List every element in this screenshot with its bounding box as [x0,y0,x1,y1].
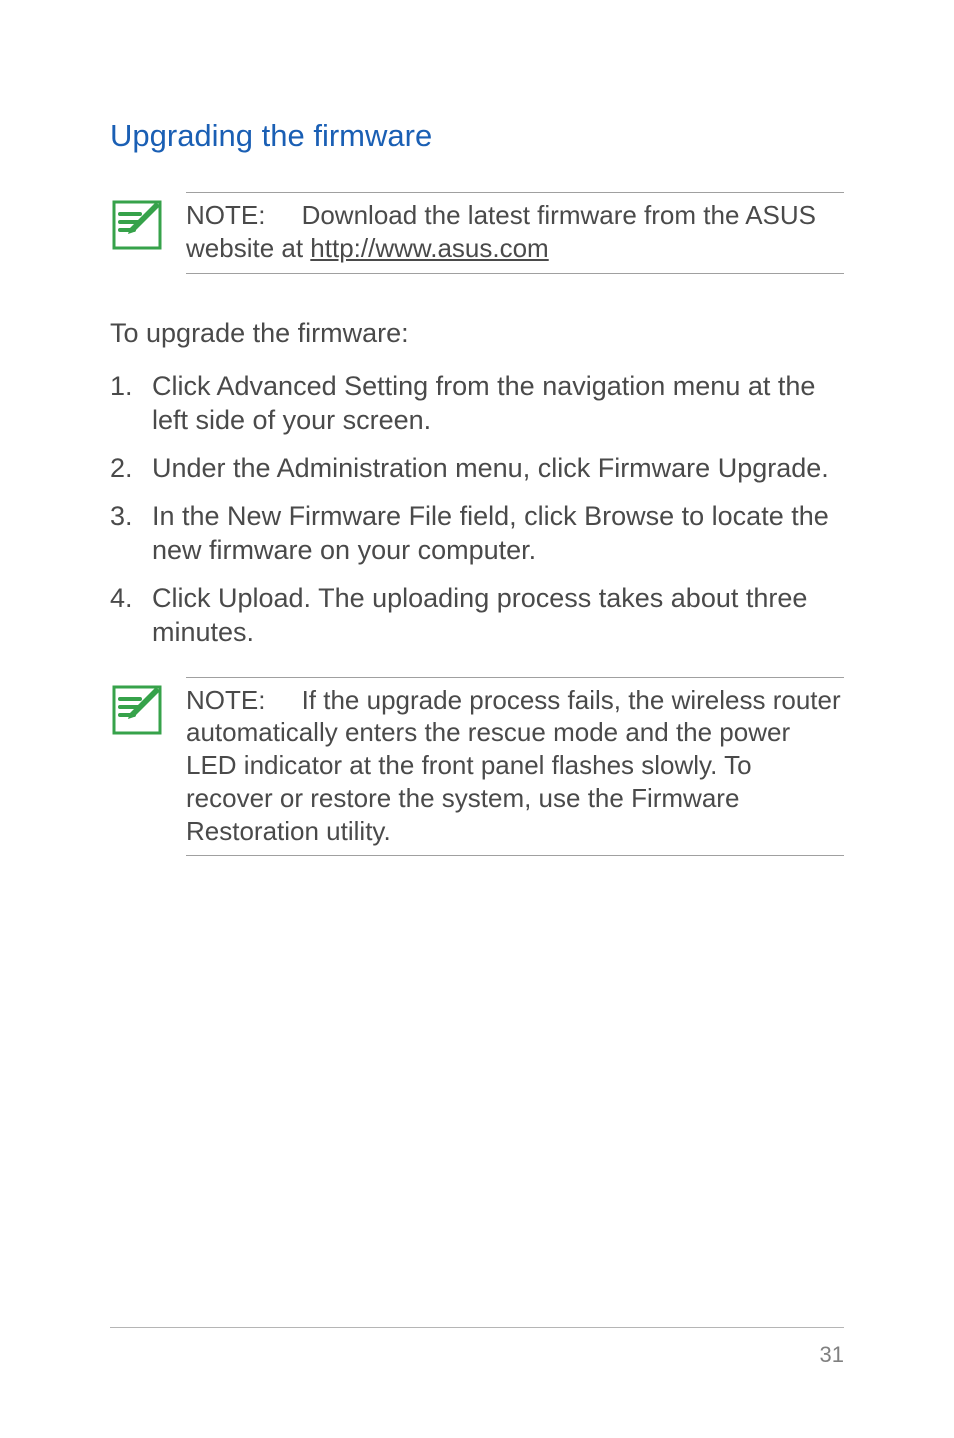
note-icon [110,198,164,252]
note-prefix: NOTE: [186,200,265,230]
step-item: Under the Administration menu, click Fir… [110,451,844,485]
footer-rule [110,1327,844,1328]
note-icon [110,683,164,737]
note-block-2: NOTE: If the upgrade process fails, the … [110,677,844,857]
step-item: In the New Firmware File field, click Br… [110,499,844,567]
page-number: 31 [820,1342,844,1368]
intro-text: To upgrade the firmware: [110,318,844,349]
note-text-2: NOTE: If the upgrade process fails, the … [186,677,844,857]
steps-list: Click Advanced Setting from the navigati… [110,369,844,649]
section-heading: Upgrading the firmware [110,118,844,154]
step-item: Click Advanced Setting from the navigati… [110,369,844,437]
note-text-1: NOTE: Download the latest firmware from … [186,192,844,274]
note-block-1: NOTE: Download the latest firmware from … [110,192,844,274]
note-link: http://www.asus.com [310,233,548,263]
step-item: Click Upload. The uploading process take… [110,581,844,649]
note-body: If the upgrade process fails, the wirele… [186,685,841,846]
note-prefix: NOTE: [186,685,265,715]
